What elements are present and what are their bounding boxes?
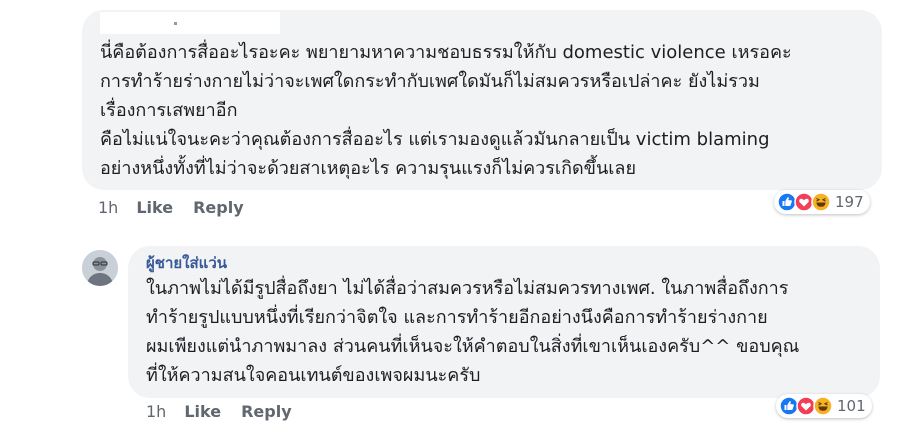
reaction-count: 101 <box>837 397 866 415</box>
comment-text-line: การทำร้ายร่างกายไม่ว่าจะเพศใดกระทำกับเพศ… <box>100 71 760 92</box>
comment-bubble: นี่คือต้องการสื่ออะไรอะคะ พยายามหาความชอ… <box>82 10 882 190</box>
like-button[interactable]: Like <box>184 402 221 421</box>
comment-text-line: ในภาพไม่ได้มีรูปสื่อถึงยา ไม่ได้สื่อว่าส… <box>146 278 789 299</box>
haha-icon <box>813 396 833 416</box>
reply-button[interactable]: Reply <box>193 198 244 217</box>
like-button[interactable]: Like <box>136 198 173 217</box>
comment-text-line: นี่คือต้องการสื่ออะไรอะคะ พยายามหาความชอ… <box>100 42 792 63</box>
comment-actions: 1h Like Reply <box>98 198 264 217</box>
comment-actions: 1h Like Reply <box>146 402 312 421</box>
comment-text-line: คือไม่แน่ใจนะคะว่าคุณต้องการสื่ออะไร แต่… <box>100 129 770 150</box>
reaction-summary[interactable]: 101 <box>776 394 872 418</box>
comment-timestamp[interactable]: 1h <box>98 198 118 217</box>
avatar[interactable] <box>82 250 118 286</box>
comment-text-line: อย่างหนึ่งทั้งที่ไม่ว่าจะด้วยสาเหตุอะไร … <box>100 158 637 179</box>
haha-icon <box>811 192 831 212</box>
reaction-count: 197 <box>835 193 864 211</box>
comment-bubble: ผู้ชายใส่แว่น ในภาพไม่ได้มีรูปสื่อถึงยา … <box>128 246 880 398</box>
comment-text-line: ทำร้ายรูปแบบหนึ่งที่เรียกว่าจิตใจ และการ… <box>146 307 768 328</box>
comment-text-line: ที่ให้ความสนใจคอนเทนต์ของเพจผมนะครับ <box>146 365 481 386</box>
comment-text-line: เรื่องการเสพยาอีก <box>100 100 238 121</box>
comment-author-name[interactable]: ผู้ชายใส่แว่น <box>146 252 862 274</box>
author-name-redacted <box>100 12 280 34</box>
reaction-summary[interactable]: 197 <box>774 190 870 214</box>
comment-text-line: ผมเพียงแต่นำภาพมาลง ส่วนคนที่เห็นจะให้คำ… <box>146 336 800 357</box>
comment-timestamp[interactable]: 1h <box>146 402 166 421</box>
reply-button[interactable]: Reply <box>241 402 292 421</box>
